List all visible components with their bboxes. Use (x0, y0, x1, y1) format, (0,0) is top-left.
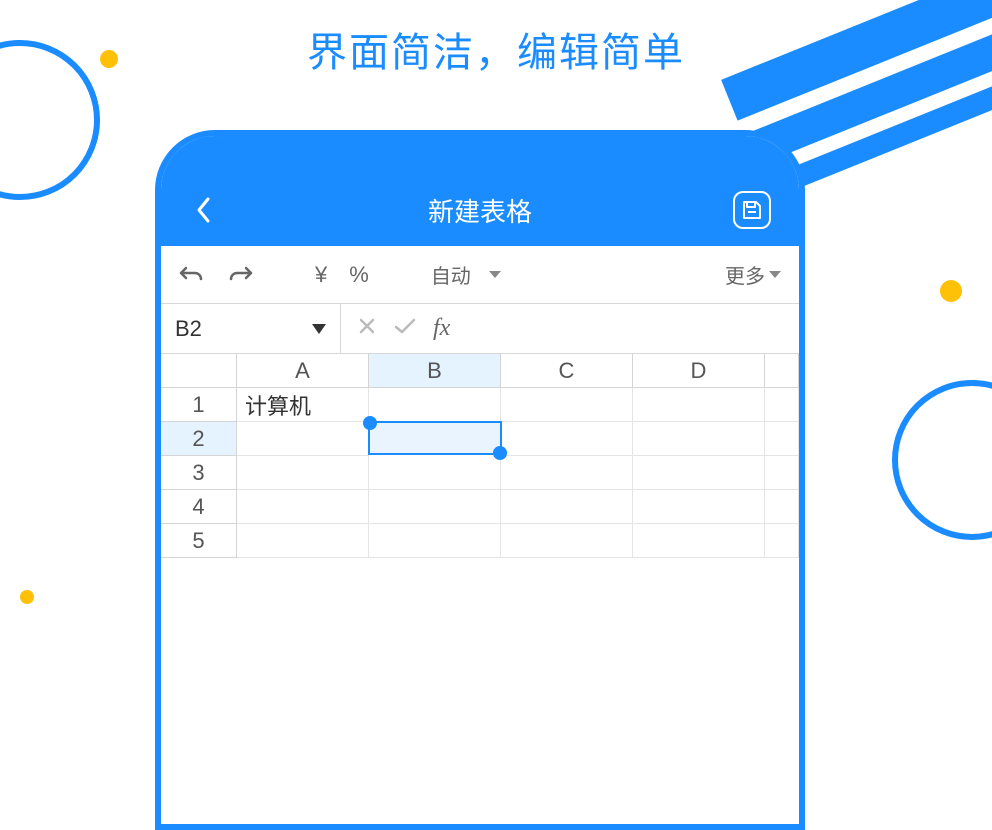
cell-E4[interactable] (765, 490, 799, 524)
check-icon (393, 316, 417, 336)
phone-notch (320, 136, 640, 180)
dropdown-arrow-icon (312, 324, 326, 334)
auto-format-dropdown[interactable]: 自动 (431, 260, 501, 289)
save-icon (741, 199, 763, 221)
x-icon (357, 316, 377, 336)
app-title: 新建表格 (161, 192, 799, 229)
column-header-D[interactable]: D (633, 354, 765, 388)
cancel-edit-button[interactable] (357, 315, 377, 343)
auto-format-label: 自动 (431, 260, 471, 289)
chevron-left-icon (194, 195, 212, 225)
cell-E5[interactable] (765, 524, 799, 558)
column-header-B[interactable]: B (369, 354, 501, 388)
cell-C3[interactable] (501, 456, 633, 490)
percent-label: % (349, 262, 369, 288)
currency-button[interactable]: ¥ (315, 262, 327, 288)
fx-button[interactable]: fx (433, 315, 450, 342)
cell-B3[interactable] (369, 456, 501, 490)
row-header-5[interactable]: 5 (161, 524, 237, 558)
cell-E2[interactable] (765, 422, 799, 456)
undo-button[interactable] (179, 264, 205, 286)
cell-A2[interactable] (237, 422, 369, 456)
chevron-down-icon (769, 271, 781, 278)
cell-A3[interactable] (237, 456, 369, 490)
save-button[interactable] (733, 191, 771, 229)
redo-icon (227, 264, 253, 286)
cell-reference-dropdown[interactable]: B2 (161, 304, 341, 353)
page-headline: 界面简洁，编辑简单 (0, 20, 992, 78)
cell-D1[interactable] (633, 388, 765, 422)
cell-E3[interactable] (765, 456, 799, 490)
more-label: 更多 (725, 260, 765, 289)
currency-label: ¥ (315, 262, 327, 288)
grid-corner[interactable] (161, 354, 237, 388)
column-header-C[interactable]: C (501, 354, 633, 388)
percent-button[interactable]: % (349, 262, 369, 288)
row-header-3[interactable]: 3 (161, 456, 237, 490)
cell-C5[interactable] (501, 524, 633, 558)
cell-D3[interactable] (633, 456, 765, 490)
toolbar: ¥ % 自动 更多 (161, 246, 799, 304)
cell-B5[interactable] (369, 524, 501, 558)
phone-frame: 新建表格 ¥ % 自动 (155, 130, 805, 830)
cell-B1[interactable] (369, 388, 501, 422)
deco-dot (940, 280, 962, 302)
row-header-1[interactable]: 1 (161, 388, 237, 422)
back-button[interactable] (189, 196, 217, 224)
cell-A4[interactable] (237, 490, 369, 524)
cell-D2[interactable] (633, 422, 765, 456)
selection-handle-bottom-right[interactable] (493, 446, 507, 460)
deco-dot (20, 590, 34, 604)
selection-handle-top-left[interactable] (363, 416, 377, 430)
confirm-edit-button[interactable] (393, 315, 417, 343)
spreadsheet-grid[interactable]: A B C D 1 计算机 2 3 4 (161, 354, 799, 558)
undo-icon (179, 264, 205, 286)
formula-bar: B2 fx (161, 304, 799, 354)
cell-C1[interactable] (501, 388, 633, 422)
cell-E1[interactable] (765, 388, 799, 422)
cell-C2[interactable] (501, 422, 633, 456)
column-header-extra[interactable] (765, 354, 799, 388)
cell-C4[interactable] (501, 490, 633, 524)
row-header-2[interactable]: 2 (161, 422, 237, 456)
deco-circle-right (892, 380, 992, 540)
formula-input[interactable] (466, 304, 799, 353)
cell-A1[interactable]: 计算机 (237, 388, 369, 422)
cell-A5[interactable] (237, 524, 369, 558)
redo-button[interactable] (227, 264, 253, 286)
chevron-down-icon (489, 271, 501, 278)
more-dropdown[interactable]: 更多 (725, 260, 781, 289)
column-header-A[interactable]: A (237, 354, 369, 388)
cell-D5[interactable] (633, 524, 765, 558)
row-header-4[interactable]: 4 (161, 490, 237, 524)
cell-reference-value: B2 (175, 316, 202, 342)
cell-B2-selected[interactable] (368, 421, 502, 455)
cell-D4[interactable] (633, 490, 765, 524)
cell-B4[interactable] (369, 490, 501, 524)
